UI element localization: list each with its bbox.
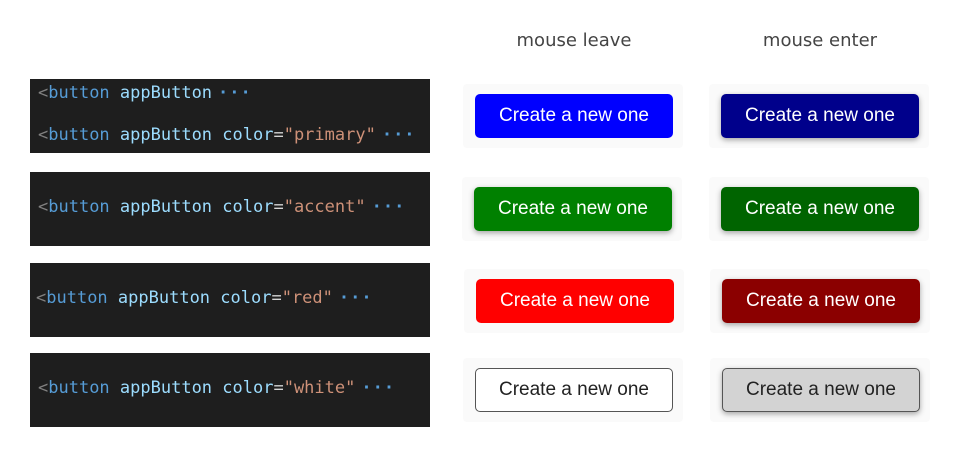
button-preview-white-leave: Create a new one bbox=[463, 358, 683, 422]
create-new-button-red[interactable]: Create a new one bbox=[476, 279, 674, 323]
code-snippet-accent: <button appButton color="accent" ··· bbox=[30, 172, 430, 246]
mouse-enter-header: mouse enter bbox=[762, 30, 878, 51]
code-attribute: appButton color bbox=[119, 197, 274, 217]
code-bracket: < bbox=[36, 288, 47, 308]
mouse-leave-header: mouse leave bbox=[516, 30, 632, 51]
button-preview-white-enter: Create a new one bbox=[710, 358, 930, 422]
create-new-button-accent-hover[interactable]: Create a new one bbox=[721, 187, 919, 231]
create-new-button-accent[interactable]: Create a new one bbox=[474, 187, 672, 231]
create-new-button-white[interactable]: Create a new one bbox=[475, 368, 673, 412]
code-snippet-white: <button appButton color="white" ··· bbox=[30, 353, 430, 427]
code-bracket: < bbox=[38, 378, 49, 398]
code-attribute: appButton bbox=[119, 83, 213, 103]
code-bracket: < bbox=[38, 125, 49, 145]
code-collapse-ellipsis[interactable]: ··· bbox=[339, 288, 373, 308]
code-equals: = bbox=[273, 197, 284, 217]
code-snippet-primary: <button appButton ··· <button appButton c… bbox=[30, 79, 430, 153]
button-preview-primary-leave: Create a new one bbox=[463, 84, 683, 148]
code-collapse-ellipsis[interactable]: ··· bbox=[218, 83, 252, 103]
code-attribute: appButton color bbox=[119, 125, 274, 145]
code-tag: button bbox=[48, 125, 110, 145]
code-tag: button bbox=[46, 288, 108, 308]
button-preview-red-enter: Create a new one bbox=[710, 269, 930, 333]
code-line: <button appButton color="white" ··· bbox=[38, 378, 395, 398]
create-new-button-primary-hover[interactable]: Create a new one bbox=[721, 94, 919, 138]
code-tag: button bbox=[48, 83, 110, 103]
code-string: "red" bbox=[281, 288, 333, 308]
code-equals: = bbox=[271, 288, 282, 308]
code-collapse-ellipsis[interactable]: ··· bbox=[361, 378, 395, 398]
code-attribute: appButton color bbox=[119, 378, 274, 398]
code-line: <button appButton color="primary" ··· bbox=[38, 125, 416, 145]
code-collapse-ellipsis[interactable]: ··· bbox=[382, 125, 416, 145]
code-bracket: < bbox=[38, 197, 49, 217]
code-equals: = bbox=[273, 378, 284, 398]
create-new-button-white-hover[interactable]: Create a new one bbox=[722, 368, 920, 412]
button-preview-accent-enter: Create a new one bbox=[709, 177, 929, 241]
code-string: "white" bbox=[283, 378, 356, 398]
code-snippet-red: <button appButton color="red" ··· bbox=[30, 263, 430, 337]
code-attribute: appButton color bbox=[117, 288, 272, 308]
create-new-button-primary[interactable]: Create a new one bbox=[475, 94, 673, 138]
button-preview-red-leave: Create a new one bbox=[464, 269, 684, 333]
button-preview-primary-enter: Create a new one bbox=[709, 84, 929, 148]
code-equals: = bbox=[273, 125, 284, 145]
button-preview-accent-leave: Create a new one bbox=[462, 177, 682, 241]
code-collapse-ellipsis[interactable]: ··· bbox=[372, 197, 406, 217]
code-tag: button bbox=[48, 378, 110, 398]
code-string: "accent" bbox=[283, 197, 366, 217]
code-tag: button bbox=[48, 197, 110, 217]
create-new-button-red-hover[interactable]: Create a new one bbox=[722, 279, 920, 323]
code-bracket: < bbox=[38, 83, 49, 103]
code-string: "primary" bbox=[283, 125, 376, 145]
code-line: <button appButton color="accent" ··· bbox=[38, 197, 405, 217]
code-line: <button appButton ··· bbox=[38, 83, 252, 103]
code-line: <button appButton color="red" ··· bbox=[36, 288, 373, 308]
